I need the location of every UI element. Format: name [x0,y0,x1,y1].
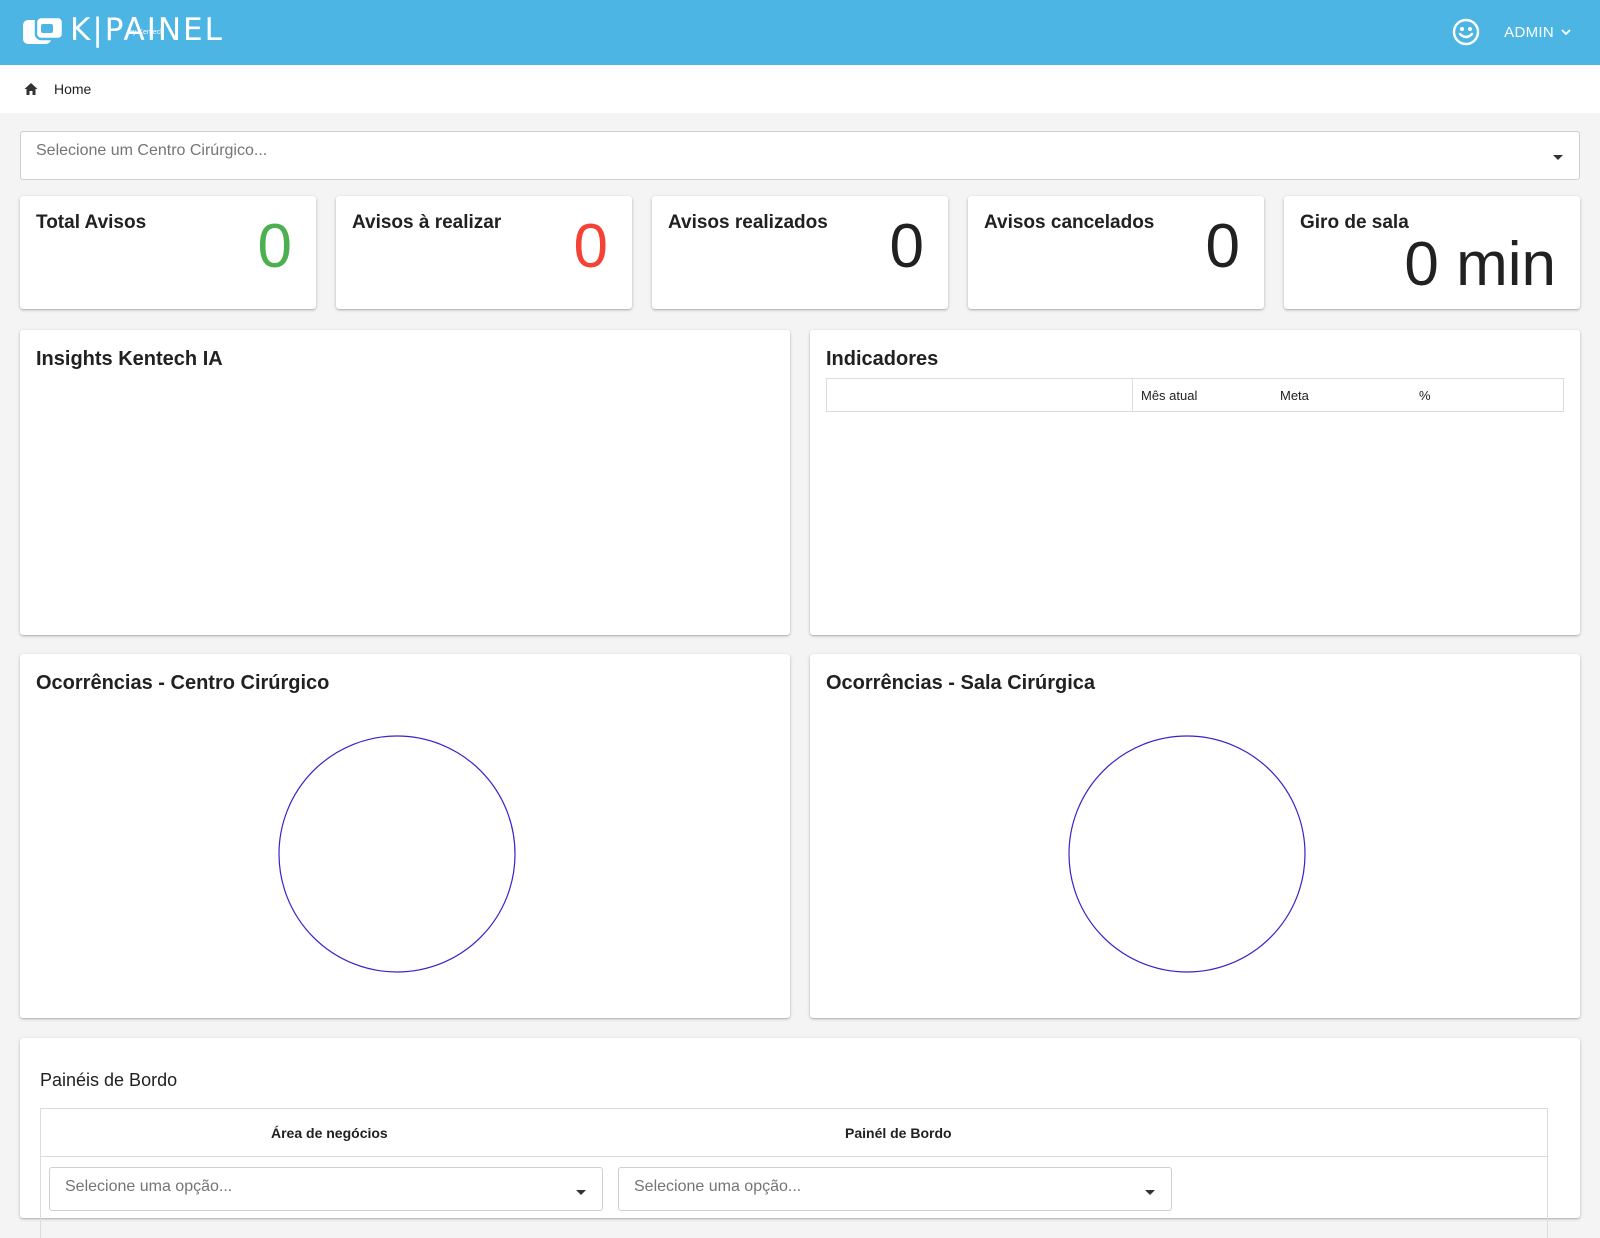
ocorrencias-centro-panel: Ocorrências - Centro Cirúrgico [20,654,790,1018]
caret-down-icon [1145,1190,1155,1195]
stat-value: 0 [257,212,292,281]
panel-title: Ocorrências - Sala Cirúrgica [826,672,1096,694]
indicadores-table-header: Mês atual Meta % [826,378,1564,412]
paineis-bordo-table: Área de negócios Painél de Bordo Selecio… [40,1108,1548,1238]
top-app-bar: K|PAINEL by Kentech ADMIN [0,0,1600,65]
stat-title: Avisos à realizar [352,212,502,233]
stat-value: 0 min [1404,230,1556,299]
user-name-label[interactable]: ADMIN [1504,24,1554,41]
select-placeholder: Selecione uma opção... [65,1178,233,1195]
breadcrumb: Home [0,65,1600,113]
panel-title: Indicadores [826,348,939,370]
empty-pie-chart [1068,735,1306,973]
table-header-cell: Meta [1280,387,1309,403]
stat-value: 0 [1205,212,1240,281]
caret-down-icon [576,1190,586,1195]
app-logo[interactable]: K|PAINEL [22,12,224,52]
logo-subtitle: by Kentech [129,29,165,36]
breadcrumb-home[interactable]: Home [54,81,91,97]
home-icon[interactable] [24,82,38,96]
centro-cirurgico-select[interactable]: Selecione um Centro Cirúrgico... [20,131,1580,180]
chevron-down-icon[interactable] [1560,26,1572,38]
area-negocios-select[interactable]: Selecione uma opção... [49,1167,603,1211]
stat-title: Total Avisos [36,212,147,233]
panel-title: Ocorrências - Centro Cirúrgico [36,672,330,694]
panel-title: Insights Kentech IA [36,348,223,370]
stat-card-total-avisos: Total Avisos 0 [20,196,316,309]
logo-mark-icon [23,16,64,44]
centro-cirurgico-placeholder: Selecione um Centro Cirúrgico... [36,142,268,159]
stat-title: Avisos realizados [668,212,828,233]
table-header-cell: Mês atual [1141,387,1198,403]
stat-card-avisos-cancelados: Avisos cancelados 0 [968,196,1264,309]
stat-card-avisos-a-realizar: Avisos à realizar 0 [336,196,632,309]
table-header-cell [827,379,1133,411]
stat-value: 0 [889,212,924,281]
stat-value: 0 [573,212,608,281]
insights-panel: Insights Kentech IA [20,330,790,635]
caret-down-icon [1553,155,1563,160]
empty-pie-chart [278,735,516,973]
stat-card-giro-de-sala: Giro de sala 0 min [1284,196,1580,309]
select-placeholder: Selecione uma opção... [634,1178,802,1195]
paineis-bordo-panel: Painéis de Bordo Área de negócios Painél… [20,1038,1580,1238]
panel-title: Painéis de Bordo [40,1070,178,1090]
table-header-cell: % [1419,387,1431,403]
indicadores-panel: Indicadores Mês atual Meta % [810,330,1580,635]
stat-card-avisos-realizados: Avisos realizados 0 [652,196,948,309]
ocorrencias-sala-panel: Ocorrências - Sala Cirúrgica [810,654,1580,1018]
table-header-cell: Painél de Bordo [845,1125,952,1141]
stat-title: Avisos cancelados [984,212,1155,233]
table-header-row: Área de negócios Painél de Bordo [41,1109,1547,1157]
painel-bordo-select[interactable]: Selecione uma opção... [618,1167,1172,1211]
table-header-cell: Área de negócios [271,1125,388,1141]
smiley-face-icon[interactable] [1452,18,1480,46]
stat-title: Giro de sala [1300,212,1409,233]
user-menu[interactable]: ADMIN [1452,17,1572,47]
